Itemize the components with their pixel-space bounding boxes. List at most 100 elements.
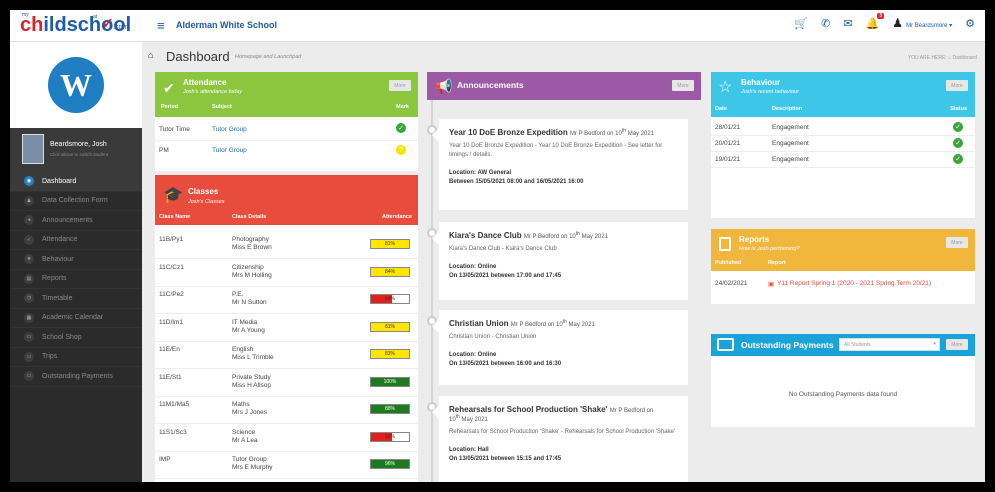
announcement-description: Rehearsals for School Production 'Shake'… [449, 429, 676, 435]
announcements-header: 📢 Announcements More [427, 72, 701, 100]
announcement-title-line: Rehearsals for School Production 'Shake'… [449, 405, 678, 423]
class-details: P.E. Mr N Sutton [232, 291, 267, 307]
reports-more-button[interactable]: More [946, 237, 968, 248]
table-row: 20/01/21 Engagement ✓ [711, 137, 975, 152]
chevron-down-icon: ▾ [933, 341, 936, 347]
behaviour-date: 20/01/21 [715, 140, 741, 147]
graduation-cap-icon: 🎓 [163, 187, 183, 204]
user-menu[interactable]: ♟ Mr Beardsmore ▾ [892, 16, 952, 30]
col-date: Date [715, 106, 727, 112]
announcement-title-line: Kiara's Dance Club Mr P Bedford on 10th … [449, 231, 678, 240]
col-report: Report [768, 260, 786, 266]
unknown-mark-icon: ? [396, 145, 406, 155]
sidebar-item-reports[interactable]: ▤ Reports [10, 270, 142, 289]
class-subject: Photography [232, 236, 269, 243]
attendance-bar: 84% [370, 266, 410, 277]
report-link[interactable]: Y11 Report Spring 1 (2020 - 2021 Spring … [777, 280, 931, 287]
logo-com: .com [113, 24, 129, 31]
announcement-description: Year 10 DoE Bronze Expedition - Year 10 … [449, 143, 663, 158]
class-subject: English [232, 346, 254, 353]
attendance-more-button[interactable]: More [389, 80, 411, 91]
clock-icon: ◷ [24, 293, 34, 304]
payments-card: Outstanding Payments All Students ▾ More … [711, 334, 975, 427]
class-teacher: Mr N Sutton [232, 299, 267, 306]
announcement-time: On 13/05/2021 between 16:00 and 16:30 [449, 361, 562, 367]
reports-header: Reports How is Josh performing? More Pub… [711, 229, 975, 271]
payments-more-button[interactable]: More [946, 339, 968, 350]
class-subject: Maths [232, 401, 250, 408]
report-icon: ▤ [24, 273, 34, 284]
announcement-location-time: Location: AW General Between 15/05/2021 0… [449, 169, 678, 187]
breadcrumb[interactable]: YOU ARE HERE: ⌂ Dashboard [908, 55, 977, 61]
attendance-bar: 83% [370, 349, 410, 359]
sidebar-item-school-shop[interactable]: ▭ School Shop [10, 328, 142, 348]
payments-title: Outstanding Payments [741, 340, 834, 350]
sidebar-item-behaviour[interactable]: ★ Behaviour [10, 250, 142, 270]
pdf-icon: ▣ [768, 281, 775, 288]
notifications-icon[interactable]: 🔔 8 [866, 12, 885, 30]
table-row: 24/02/2021 ▣ Y11 Report Spring 1 (2020 -… [711, 277, 975, 293]
payments-header: Outstanding Payments All Students ▾ More [711, 334, 975, 356]
announcement-location-time: Location: Hall On 13/05/2021 between 15:1… [449, 446, 678, 464]
attendance-bar: 64% [370, 294, 410, 304]
subject-link[interactable]: Tutor Group [212, 147, 247, 154]
school-crest-area: W [10, 42, 142, 128]
sidebar-item-timetable[interactable]: ◷ Timetable [10, 289, 142, 309]
student-select[interactable]: All Students ▾ [839, 338, 940, 351]
megaphone-icon: ◂ [24, 215, 34, 226]
gear-icon[interactable]: ⚙ [965, 17, 975, 30]
class-subject: Tutor Group [232, 456, 267, 463]
check-icon: ✓ [24, 234, 34, 245]
student-switcher[interactable]: Beardsmore, Josh Click above to switch s… [10, 128, 142, 172]
menu-toggle-icon[interactable]: ≡ [157, 18, 165, 33]
announcement-author-date: Mr P Bedford on 10th May 2021 [569, 128, 655, 137]
attendance-bar: 81% [370, 239, 410, 249]
sidebar-item-data-collection-form[interactable]: ♟ Data Collection Form [10, 192, 142, 211]
announcement-item[interactable]: Year 10 DoE Bronze Expedition Mr P Bedfo… [432, 119, 688, 210]
class-name: 11D/Im1 [159, 318, 184, 326]
phone-icon[interactable]: ✆ [821, 17, 830, 30]
payments-empty-message: No Outstanding Payments data found [788, 391, 898, 398]
reports-subtitle: How is Josh performing? [739, 246, 800, 252]
sidebar-item-announcements[interactable]: ◂ Announcements [10, 211, 142, 231]
status-check-icon: ✓ [953, 138, 963, 148]
subject-link[interactable]: Tutor Group [212, 126, 247, 133]
behaviour-header: ☆ Behaviour Josh's recent behaviour More… [711, 72, 975, 117]
announcement-item[interactable]: Kiara's Dance Club Mr P Bedford on 10th … [432, 222, 688, 300]
mail-icon[interactable]: ✉ [843, 17, 852, 30]
behaviour-more-button[interactable]: More [946, 80, 968, 91]
behaviour-subtitle: Josh's recent behaviour [741, 89, 799, 95]
sidebar-item-dashboard[interactable]: ◉ Dashboard [10, 172, 142, 192]
behaviour-date: 28/01/21 [715, 124, 741, 131]
student-switch-hint: Click above to switch student [50, 152, 109, 157]
table-row: 19/01/21 Engagement ✓ [711, 153, 975, 168]
shop-icon: ▭ [24, 332, 34, 343]
class-subject: IT Media [232, 318, 258, 326]
status-check-icon: ✓ [953, 154, 963, 164]
announcement-location: Location: Hall [449, 447, 489, 453]
announcement-item[interactable]: Christian Union Mr P Bedford on 10th May… [432, 310, 688, 385]
announcement-caret [432, 319, 439, 333]
sidebar-item-outstanding-payments[interactable]: ▭ Outstanding Payments [10, 367, 142, 387]
class-details: IT Media Mr A Young [232, 319, 265, 335]
announcements-more-button[interactable]: More [672, 80, 694, 91]
table-row: 11D/Im1 IT Media Mr A Young 81% [155, 316, 418, 342]
classes-title: Classes [188, 187, 219, 196]
sidebar-item-attendance[interactable]: ✓ Attendance [10, 231, 142, 250]
col-subject: Subject [212, 104, 232, 110]
sidebar-menu: ◉ Dashboard ♟ Data Collection Form ◂ Announ… [10, 172, 142, 387]
sidebar-item-academic-calendar[interactable]: ▦ Academic Calendar [10, 309, 142, 328]
class-name: 11E/St1 [159, 373, 182, 381]
attendance-bar: 62% [370, 431, 410, 442]
announcement-title: Rehearsals for School Production 'Shake' [449, 405, 608, 414]
report-date: 24/02/2021 [715, 280, 748, 287]
cart-icon[interactable]: 🛒 [794, 17, 808, 30]
behaviour-description: Engagement [772, 140, 809, 147]
school-crest-logo: W [48, 57, 104, 113]
attendance-bar: 100% [370, 376, 410, 387]
sidebar-item-trips[interactable]: ▭ Trips [10, 348, 142, 367]
class-details: English Miss L Trimble [232, 346, 274, 362]
behaviour-title: Behaviour [741, 78, 781, 87]
table-row: 11M1/Ma5 Maths Mrs J Jones 88% [155, 398, 418, 424]
announcement-item[interactable]: Rehearsals for School Production 'Shake'… [432, 396, 688, 482]
